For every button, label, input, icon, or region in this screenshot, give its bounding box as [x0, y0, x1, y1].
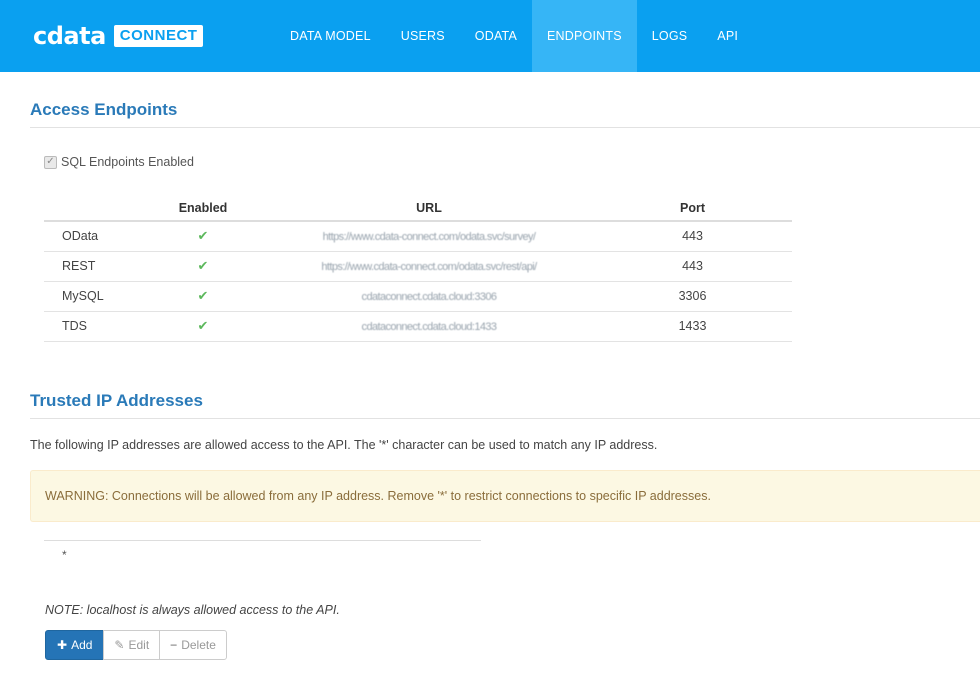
plus-icon: ✚ [57, 638, 68, 652]
table-row: OData ✔ https://www.cdata-connect.com/od… [44, 221, 792, 252]
trusted-ip-title: Trusted IP Addresses [30, 391, 203, 410]
delete-button[interactable]: − Delete [159, 630, 227, 660]
logo-cdata-text: cdata [33, 22, 106, 50]
nav-users[interactable]: USERS [386, 0, 460, 72]
check-icon: ✔ [197, 228, 209, 244]
endpoint-name: REST [44, 251, 141, 282]
table-row: TDS ✔ cdataconnect.cdata.cloud:1433 1433 [44, 311, 792, 342]
main-nav: DATA MODEL USERS ODATA ENDPOINTS LOGS AP… [275, 0, 753, 72]
add-button-label: Add [71, 638, 93, 652]
trusted-ip-list: * [44, 540, 481, 569]
sql-endpoints-checkbox[interactable]: ✓ [44, 155, 57, 169]
top-navbar: cdata CONNECT DATA MODEL USERS ODATA END… [0, 0, 980, 72]
endpoint-name: OData [44, 221, 141, 252]
endpoint-url[interactable]: cdataconnect.cdata.cloud:3306 [361, 291, 497, 303]
endpoint-port: 1433 [593, 311, 792, 342]
list-item[interactable]: * [44, 541, 481, 569]
nav-endpoints[interactable]: ENDPOINTS [532, 0, 637, 72]
edit-button-label: Edit [128, 638, 150, 652]
table-row: MySQL ✔ cdataconnect.cdata.cloud:3306 33… [44, 281, 792, 312]
cdata-connect-logo[interactable]: cdata CONNECT [33, 22, 204, 50]
nav-api[interactable]: API [702, 0, 753, 72]
endpoint-url[interactable]: https://www.cdata-connect.com/odata.svc/… [321, 261, 537, 273]
warning-alert: WARNING: Connections will be allowed fro… [30, 470, 980, 522]
localhost-note: NOTE: localhost is always allowed access… [45, 603, 340, 617]
endpoint-url[interactable]: https://www.cdata-connect.com/odata.svc/… [322, 231, 536, 244]
nav-data-model[interactable]: DATA MODEL [275, 0, 386, 72]
trusted-ip-description: The following IP addresses are allowed a… [30, 438, 658, 452]
delete-button-label: Delete [181, 638, 216, 652]
access-endpoints-title: Access Endpoints [30, 100, 178, 119]
section-divider [30, 127, 980, 128]
endpoint-port: 443 [593, 221, 792, 252]
ip-action-buttons: ✚ Add ✎ Edit − Delete [45, 630, 227, 660]
endpoint-url[interactable]: cdataconnect.cdata.cloud:1433 [361, 321, 497, 333]
col-header-port: Port [593, 196, 792, 222]
logo-connect-badge: CONNECT [113, 25, 204, 47]
endpoints-table: Enabled URL Port OData ✔ https://www.cda… [44, 196, 792, 342]
edit-icon: ✎ [114, 638, 125, 652]
check-icon: ✔ [197, 318, 209, 333]
sql-endpoints-label: SQL Endpoints Enabled [61, 155, 194, 169]
nav-odata[interactable]: ODATA [460, 0, 532, 72]
add-button[interactable]: ✚ Add [45, 630, 105, 660]
section-divider [30, 418, 980, 419]
col-header-url: URL [265, 196, 593, 222]
endpoint-port: 3306 [593, 281, 792, 312]
sql-endpoints-checkbox-row[interactable]: ✓ SQL Endpoints Enabled [44, 155, 194, 169]
endpoint-port: 443 [593, 251, 792, 282]
table-header-row: Enabled URL Port [44, 196, 792, 222]
endpoint-name: MySQL [44, 281, 141, 312]
minus-icon: − [170, 638, 178, 652]
col-header-name [44, 196, 141, 222]
col-header-enabled: Enabled [141, 196, 265, 222]
nav-logs[interactable]: LOGS [637, 0, 703, 72]
edit-button[interactable]: ✎ Edit [103, 630, 161, 660]
table-row: REST ✔ https://www.cdata-connect.com/oda… [44, 251, 792, 282]
warning-text: WARNING: Connections will be allowed fro… [45, 489, 711, 503]
check-icon: ✔ [197, 288, 209, 303]
endpoint-name: TDS [44, 311, 141, 342]
check-icon: ✔ [197, 258, 209, 273]
